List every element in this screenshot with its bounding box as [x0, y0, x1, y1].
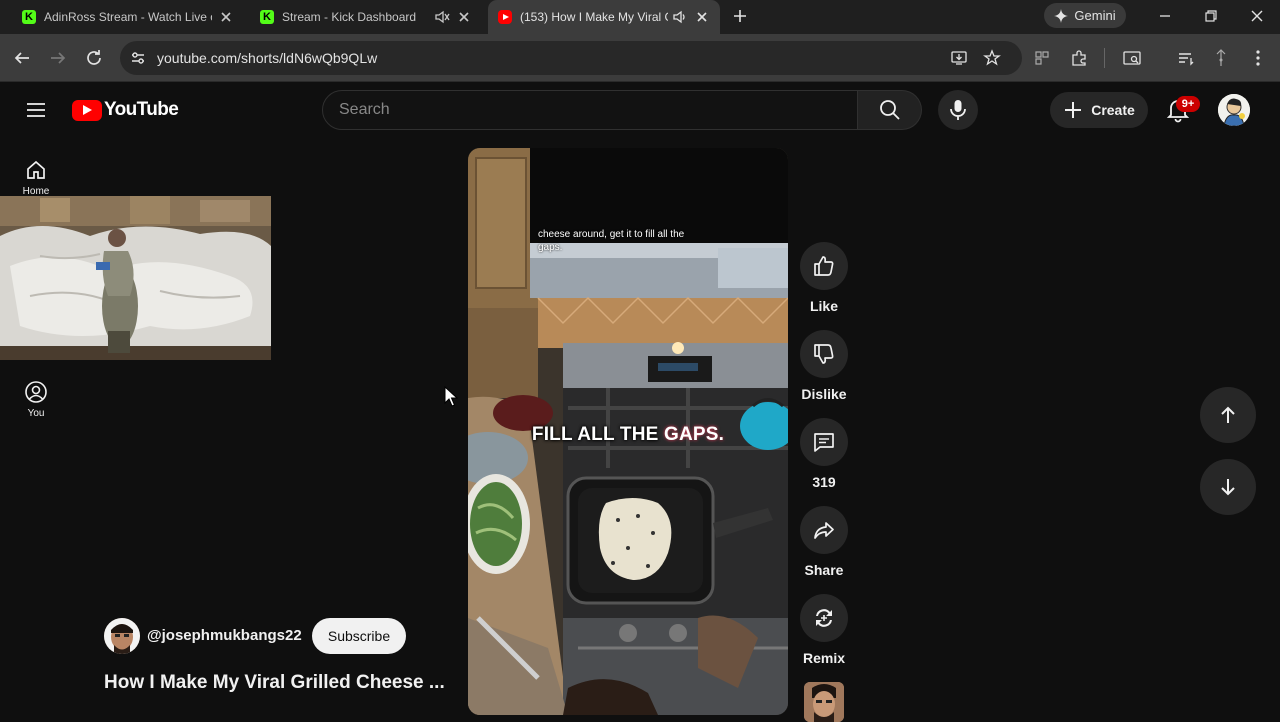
- new-tab-icon[interactable]: [729, 5, 751, 27]
- video-caption-large: FILL ALL THE GAPS.: [468, 424, 788, 446]
- address-bar[interactable]: youtube.com/shorts/ldN6wQb9QLw: [120, 41, 1022, 75]
- caption-highlight: GAPS.: [663, 424, 725, 445]
- home-icon: [27, 160, 45, 179]
- browser-tab-youtube-short[interactable]: (153) How I Make My Viral G: [488, 0, 720, 34]
- youtube-masthead: YouTube Create 9+: [0, 82, 1280, 138]
- kick-icon: K: [22, 10, 36, 24]
- like-button[interactable]: [800, 242, 848, 290]
- dislike-action: Dislike: [800, 330, 848, 402]
- create-label: Create: [1091, 102, 1135, 118]
- gemini-button[interactable]: Gemini: [1044, 3, 1126, 28]
- comments-count: 319: [812, 474, 836, 490]
- share-action: Share: [800, 506, 848, 578]
- arrow-up-icon: [1221, 406, 1235, 423]
- forward-icon[interactable]: [46, 46, 70, 70]
- mouse-cursor-icon: [444, 386, 458, 407]
- sound-thumbnail[interactable]: [804, 682, 844, 722]
- previous-short-button[interactable]: [1200, 387, 1256, 443]
- tab-search-icon[interactable]: [1122, 48, 1142, 68]
- bookmark-star-icon[interactable]: [983, 49, 1001, 67]
- create-button[interactable]: Create: [1050, 92, 1148, 128]
- gemini-label: Gemini: [1074, 8, 1116, 23]
- hamburger-menu-icon[interactable]: [24, 98, 48, 122]
- search-box: [322, 90, 858, 130]
- search-button[interactable]: [858, 90, 922, 130]
- dislike-button[interactable]: [800, 330, 848, 378]
- picture-in-picture-video[interactable]: [0, 196, 271, 360]
- muted-icon[interactable]: [434, 9, 450, 25]
- tab-title: (153) How I Make My Viral G: [520, 10, 668, 24]
- extension-icon[interactable]: [1032, 48, 1052, 68]
- remix-icon: [816, 609, 832, 627]
- tab-title: Stream - Kick Dashboard: [282, 10, 417, 24]
- shorts-video-player[interactable]: cheese around, get it to fill all the ga…: [468, 148, 788, 715]
- remix-action: Remix: [800, 594, 848, 666]
- notification-badge: 9+: [1176, 96, 1200, 112]
- site-settings-icon[interactable]: [129, 49, 147, 67]
- reload-icon[interactable]: [82, 46, 106, 70]
- user-circle-icon: [25, 381, 47, 403]
- video-caption-small: cheese around, get it to fill all the ga…: [538, 229, 685, 253]
- youtube-play-icon: [72, 99, 102, 121]
- toolbar-divider: [1104, 48, 1105, 68]
- remix-button[interactable]: [800, 594, 848, 642]
- tab-title: AdinRoss Stream - Watch Live o: [44, 10, 212, 24]
- microphone-icon: [950, 100, 966, 120]
- youtube-logo[interactable]: YouTube: [72, 99, 179, 121]
- restore-icon[interactable]: [1200, 5, 1222, 27]
- extensions-puzzle-icon[interactable]: [1069, 48, 1089, 68]
- next-short-button[interactable]: [1200, 459, 1256, 515]
- sound-thumbnail-image: [804, 682, 844, 722]
- close-tab-icon[interactable]: [456, 9, 472, 25]
- browser-tab-bar: K AdinRoss Stream - Watch Live o K Strea…: [0, 0, 1280, 34]
- search-icon: [879, 100, 900, 120]
- search-input[interactable]: [323, 91, 857, 129]
- short-title[interactable]: How I Make My Viral Grilled Cheese ...: [104, 672, 449, 694]
- like-action: Like: [800, 242, 848, 314]
- comment-icon: [814, 433, 834, 452]
- voice-search-button[interactable]: [938, 90, 978, 130]
- audio-playing-icon[interactable]: [672, 9, 688, 25]
- plus-icon: [1065, 102, 1082, 118]
- avatar-illustration: [1218, 94, 1250, 126]
- remix-label: Remix: [802, 650, 846, 666]
- youtube-logo-text: YouTube: [104, 99, 179, 120]
- channel-avatar[interactable]: [104, 618, 140, 654]
- dislike-label: Dislike: [801, 386, 847, 402]
- guide-item-you[interactable]: You: [0, 380, 72, 419]
- browser-tab-adinross[interactable]: K AdinRoss Stream - Watch Live o: [12, 0, 244, 34]
- thumbs-down-icon: [814, 344, 834, 364]
- pip-video-frame: [0, 196, 271, 360]
- install-app-icon[interactable]: [950, 49, 968, 67]
- close-tab-icon[interactable]: [694, 9, 710, 25]
- move-icon[interactable]: [1211, 48, 1231, 68]
- minimize-icon[interactable]: [1154, 5, 1176, 27]
- youtube-icon: [498, 10, 512, 24]
- comments-action: 319: [800, 418, 848, 490]
- browser-toolbar: youtube.com/shorts/ldN6wQb9QLw: [0, 34, 1280, 82]
- arrow-down-icon: [1221, 479, 1235, 496]
- share-button[interactable]: [800, 506, 848, 554]
- share-arrow-icon: [814, 522, 834, 539]
- caption-text: FILL ALL THE: [531, 424, 664, 445]
- channel-avatar-image: [104, 618, 140, 654]
- subscribe-button[interactable]: Subscribe: [312, 618, 406, 654]
- thumbs-up-icon: [814, 256, 834, 276]
- close-window-icon[interactable]: [1246, 5, 1268, 27]
- account-avatar[interactable]: [1218, 94, 1250, 126]
- kick-icon: K: [260, 10, 274, 24]
- url-text: youtube.com/shorts/ldN6wQb9QLw: [157, 50, 378, 66]
- channel-name[interactable]: @josephmukbangs22: [147, 627, 302, 644]
- more-menu-icon[interactable]: [1248, 48, 1268, 68]
- back-icon[interactable]: [10, 46, 34, 70]
- sparkle-icon: [1054, 8, 1069, 23]
- guide-item-home[interactable]: Home: [0, 158, 72, 197]
- share-label: Share: [804, 562, 844, 578]
- reading-list-icon[interactable]: [1176, 48, 1196, 68]
- browser-tab-kick-dashboard[interactable]: K Stream - Kick Dashboard: [250, 0, 482, 34]
- comments-button[interactable]: [800, 418, 848, 466]
- close-tab-icon[interactable]: [218, 9, 234, 25]
- guide-label-you: You: [27, 408, 45, 419]
- like-label: Like: [809, 298, 838, 314]
